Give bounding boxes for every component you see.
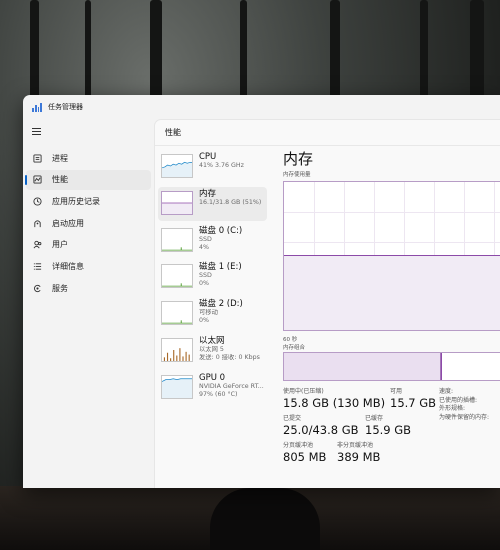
perf-item-sub2: 0% [199,280,209,288]
sidebar-item-label: 服务 [52,283,68,293]
memory-usage-chart [283,181,500,331]
sidebar-item-label: 性能 [52,175,68,185]
perf-item-title: 磁盘 0 (C:) [199,225,243,236]
perf-item-gpu[interactable]: GPU 0 NVIDIA GeForce RT... 97% (60 °C) [158,371,267,405]
perf-item-disk[interactable]: 磁盘 0 (C:) SSD 4% [158,224,267,258]
cpu-thumbnail-graph [161,154,193,178]
memory-usage-label: 内存使用量 [283,172,311,178]
perf-item-sub1: 41% 3.76 GHz [199,162,244,169]
disk-thumbnail-graph [161,264,193,289]
hamburger-menu-icon[interactable] [32,128,41,137]
available-label: 可用 [390,388,403,395]
perf-item-sub2: 发送: 0 接收: 0 Kbps [199,353,260,361]
perf-item-sub2: 97% (60 °C) [199,390,238,398]
perf-item-sub2: 0% [199,317,209,325]
time-axis-label: 60 秒 [283,337,298,343]
sidebar-item-label: 详细信息 [52,261,84,271]
sidebar-item-label: 用户 [52,240,68,250]
perf-item-sub1: 16.1/31.8 GB (51%) [199,198,262,206]
perf-item-disk[interactable]: 磁盘 2 (D:) 可移动 0% [158,297,267,331]
content-pane: 性能 CPU 41% 3.76 GHz 内存 16.1/31.8 GB (51%) 磁盘… [154,119,500,488]
perf-item-sub1: NVIDIA GeForce RT... [199,382,264,390]
committed-label: 已提交 [283,415,302,422]
cached-label: 已缓存 [365,415,384,422]
paged-pool-label: 分页缓冲池 [283,442,314,449]
gpu-thumbnail-graph [161,374,193,399]
sidebar-nav: 进程 性能 应用历史记录 启动应用 用户 详细信息 服务 [23,148,154,300]
disk-thumbnail-graph [161,301,193,326]
speed-label: 速度: [439,388,454,395]
in-use-label: 使用中(已压缩) [283,388,324,395]
sidebar-item-startup-apps[interactable]: 启动应用 [26,213,151,233]
perf-item-title: 内存 [199,188,217,199]
sidebar-item-details[interactable]: 详细信息 [26,256,151,276]
sidebar-item-label: 应用历史记录 [52,196,100,206]
performance-list: CPU 41% 3.76 GHz 内存 16.1/31.8 GB (51%) 磁盘 0 … [158,150,267,408]
memory-composition-bar [283,352,500,381]
perf-item-sub1: SSD [199,272,212,280]
cached-value: 15.9 GB [365,423,412,437]
sidebar-item-label: 进程 [52,153,68,163]
sidebar-item-processes[interactable]: 进程 [26,148,151,168]
detail-title: 内存 [283,150,314,168]
ethernet-thumbnail-graph [161,337,193,362]
nonpaged-pool-value: 389 MB [337,450,381,464]
composition-in-use [284,353,442,380]
sidebar-item-users[interactable]: 用户 [26,235,151,255]
nonpaged-pool-label: 非分页缓冲池 [337,442,374,449]
sidebar-item-label: 启动应用 [52,218,84,228]
perf-item-title: 以太网 [199,335,225,346]
perf-item-sub1: SSD [199,235,212,243]
perf-item-cpu[interactable]: CPU 41% 3.76 GHz [158,150,267,184]
perf-item-sub1: 以太网 5 [199,345,224,353]
perf-item-sub1: 可移动 [199,309,218,317]
perf-item-ethernet[interactable]: 以太网 以太网 5 发送: 0 接收: 0 Kbps [158,334,267,368]
in-use-value: 15.8 GB (130 MB) [283,396,386,410]
composition-label: 内存组合 [283,345,306,351]
composition-modified [441,353,443,380]
slots-label: 已使用的插槽: [439,396,478,404]
processes-icon [32,153,42,163]
committed-value: 25.0/43.8 GB [283,423,359,437]
task-manager-icon [32,102,42,112]
perf-item-title: CPU [199,152,217,162]
memory-thumbnail-graph [161,190,193,215]
perf-item-title: 磁盘 1 (E:) [199,262,242,273]
users-icon [32,240,42,250]
sidebar-item-services[interactable]: 服务 [26,278,151,298]
memory-side-stats: 速度: 已使用的插槽: 外形规格: 为硬件保留的内存: [439,388,489,422]
performance-icon [32,175,42,185]
perf-item-title: 磁盘 2 (D:) [199,299,243,310]
services-icon [32,283,42,293]
available-value: 15.7 GB [390,396,437,410]
perf-item-memory[interactable]: 内存 16.1/31.8 GB (51%) [158,186,267,221]
form-factor-label: 外形规格: [439,405,466,412]
app-history-icon [32,196,42,206]
page-title: 性能 [155,120,500,146]
perf-item-disk[interactable]: 磁盘 1 (E:) SSD 0% [158,260,267,294]
title-bar[interactable]: 任务管理器 [23,95,500,119]
memory-detail: 内存 内存使用量 60 秒 内存组合 使用中(已压缩) 15.8 GB (130… [283,150,500,488]
sidebar-item-app-history[interactable]: 应用历史记录 [26,191,151,211]
details-icon [32,261,42,271]
memory-usage-fill [284,254,500,330]
sidebar-item-performance[interactable]: 性能 [25,169,151,190]
window-title: 任务管理器 [48,103,83,111]
task-manager-window: 任务管理器 进程 性能 应用历史记录 启动应用 用户 详细信息 服务 性能 CP… [23,95,500,488]
startup-apps-icon [32,218,42,228]
perf-item-title: GPU 0 [199,372,226,383]
hardware-reserved-label: 为硬件保留的内存: [439,413,490,421]
perf-item-sub2: 4% [199,243,209,251]
sidebar: 进程 性能 应用历史记录 启动应用 用户 详细信息 服务 [23,119,154,488]
disk-thumbnail-graph [161,227,193,252]
paged-pool-value: 805 MB [283,450,327,464]
